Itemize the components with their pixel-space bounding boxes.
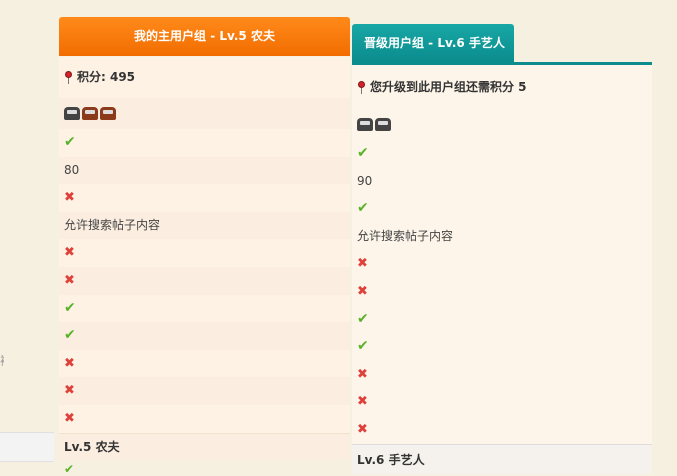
check-icon: ✔: [357, 310, 369, 327]
permission-row: ✔: [59, 322, 350, 350]
cross-icon: ✖: [64, 245, 75, 261]
permission-row: 80: [59, 156, 350, 185]
pin-icon: [357, 81, 366, 94]
cross-icon: ✖: [357, 366, 368, 382]
cross-icon: ✖: [357, 421, 368, 437]
cross-icon: ✖: [357, 283, 368, 299]
permission-row: ✖: [352, 277, 652, 306]
level-name-row: Lv.5 农夫: [59, 432, 350, 461]
cross-icon: ✖: [64, 410, 75, 426]
cross-icon: ✖: [64, 355, 75, 371]
permission-row: ✖: [59, 349, 350, 378]
left-panel-bar: [0, 432, 54, 462]
permission-row: ✖: [59, 404, 350, 433]
permission-row: ✔: [352, 140, 652, 168]
permission-row: ✖: [59, 266, 350, 295]
permission-row: ✖: [352, 250, 652, 278]
permission-row: ✖: [59, 239, 350, 267]
check-icon: ✔: [64, 299, 76, 316]
permission-row: ✔: [59, 129, 350, 157]
current-group-header: 我的主用户组 - Lv.5 农夫: [59, 17, 350, 56]
check-icon: ✔: [357, 200, 369, 217]
permission-row: ✔: [59, 294, 350, 323]
permission-value: 90: [357, 173, 373, 188]
permission-value: 允许搜索帖子内容: [357, 228, 454, 243]
cross-icon: ✖: [64, 272, 75, 288]
current-group-rows: 积分: 495 ✔ 80 ✖ 允许搜索帖子内容 ✖ ✖ ✔ ✔ ✖ ✖ ✖ Lv.5 农夫: [59, 57, 350, 461]
group-icons-row: [59, 98, 350, 129]
pin-icon: [64, 71, 73, 84]
cross-icon: ✖: [357, 394, 368, 410]
check-icon: ✔: [64, 134, 76, 150]
permission-row: ✖: [352, 415, 652, 444]
group-car-icon: [82, 107, 98, 120]
upgrade-points-label: 您升级到此用户组还需积分 5: [370, 80, 527, 94]
permission-row: 允许搜索帖子内容: [352, 222, 652, 251]
points-label: 积分: 495: [77, 70, 136, 84]
group-car-icon: [100, 107, 116, 120]
permission-row: ✖: [352, 388, 652, 416]
check-icon: ✔: [64, 462, 75, 476]
permission-row: 允许搜索帖子内容: [59, 211, 350, 240]
permission-row: ✖: [59, 377, 350, 405]
check-icon: ✔: [357, 145, 369, 161]
points-row: 积分: 495: [59, 57, 350, 98]
group-car-icon: [64, 107, 80, 120]
permission-value: 80: [64, 162, 80, 177]
upgrade-points-row: 您升级到此用户组还需积分 5: [352, 65, 652, 109]
left-panel-label-fragment: 裱: [0, 352, 4, 366]
cross-icon: ✖: [357, 256, 368, 272]
cross-icon: ✖: [64, 190, 75, 206]
upgrade-group-rows: 您升级到此用户组还需积分 5 ✔ 90 ✔ 允许搜索帖子内容 ✖ ✖ ✔ ✔ ✖ ✖ ✖ Lv.6 手…: [352, 65, 652, 474]
check-icon: ✔: [357, 338, 369, 355]
permission-row: ✔: [352, 333, 652, 361]
group-car-icon: [357, 118, 373, 131]
permission-value: 允许搜索帖子内容: [64, 217, 161, 232]
level-name-row: Lv.6 手艺人: [352, 443, 652, 474]
permission-row: ✖: [59, 184, 350, 212]
check-icon: ✔: [64, 327, 76, 344]
permission-row: ✖: [352, 360, 652, 389]
group-car-icon: [375, 118, 391, 131]
permission-row: ✔: [352, 195, 652, 223]
upgrade-group-tab[interactable]: 晋级用户组 - Lv.6 手艺人: [352, 24, 514, 62]
permission-row: 90: [352, 167, 652, 196]
permission-row: ✔: [352, 305, 652, 334]
cross-icon: ✖: [64, 383, 75, 399]
group-icons-row: [352, 109, 652, 140]
